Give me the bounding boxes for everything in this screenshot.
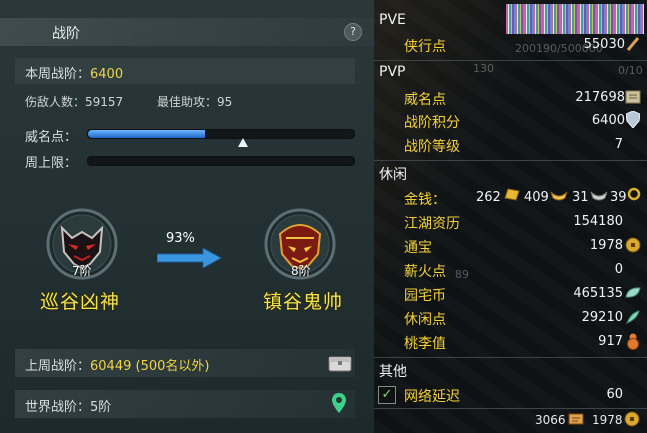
- prestige-label: 威名点：: [25, 130, 78, 145]
- money-iron: 39: [610, 190, 627, 205]
- help-icon[interactable]: ?: [344, 23, 362, 41]
- pvp-label-2: 战阶等级: [404, 139, 460, 155]
- bg-text-3: 0/10: [618, 64, 643, 77]
- money-copper: 31: [572, 190, 589, 205]
- next-rank-level: 8阶: [291, 264, 311, 278]
- prestige-bar: [87, 129, 355, 139]
- pve-header: PVE: [379, 12, 406, 28]
- leisure-value-5: 917: [598, 334, 623, 349]
- weekly-rank-value: 6400: [90, 67, 124, 82]
- assist-stat: 最佳助攻：95: [157, 95, 233, 109]
- world-rank: 世界战阶：5阶: [25, 400, 112, 415]
- rank-panel-header: 战阶: [0, 18, 374, 46]
- rank-panel-title: 战阶: [52, 26, 80, 42]
- gold-ingot-icon: [504, 188, 520, 201]
- leisure-value-1: 1978: [589, 238, 623, 253]
- world-rank-value: 5阶: [90, 400, 112, 415]
- bg-text-4: 89: [455, 268, 469, 281]
- leisure-label-5: 桃李值: [404, 336, 446, 352]
- gourd-icon: [627, 333, 639, 350]
- coin-icon: [625, 237, 641, 253]
- pvp-header: PVP: [379, 64, 406, 80]
- money-gold: 262: [476, 190, 501, 205]
- divider: [374, 408, 647, 409]
- leisure-label-1: 通宝: [404, 240, 432, 256]
- pve-value-0: 55030: [583, 37, 625, 52]
- leisure-label-0: 江湖资历: [404, 216, 460, 232]
- leisure-value-0: 154180: [573, 214, 623, 229]
- divider: [374, 160, 647, 161]
- latency-label: 网络延迟: [404, 389, 460, 405]
- scroll-icon: [568, 413, 584, 425]
- leisure-label-4: 休闲点: [404, 312, 446, 328]
- leisure-value-2: 0: [614, 262, 623, 277]
- latency-value: 60: [606, 387, 623, 402]
- background-stripes: [506, 4, 644, 34]
- pvp-value-2: 7: [614, 137, 623, 152]
- pve-label-0: 侠行点: [404, 39, 446, 55]
- pvp-value-1: 6400: [591, 113, 625, 128]
- weekly-cap-label: 周上限：: [25, 156, 78, 171]
- pvp-label-0: 威名点: [404, 92, 446, 108]
- last-week-value: 60449 (500名以外): [90, 359, 210, 374]
- chest-icon[interactable]: [328, 354, 352, 372]
- coin-ring-icon: [627, 187, 641, 201]
- current-rank-level: 7阶: [72, 264, 92, 278]
- rank-progress-percent: 93%: [166, 231, 195, 246]
- weekly-rank: 本周战阶：6400: [25, 67, 124, 82]
- banner-icon: [625, 90, 641, 104]
- current-rank-name: 巡谷凶神: [40, 291, 121, 313]
- next-rank-name: 镇谷鬼帅: [263, 291, 344, 313]
- divider: [374, 357, 647, 358]
- pvp-value-0: 217698: [575, 90, 625, 105]
- silver-ingot-icon: [550, 191, 568, 201]
- feather-icon: [626, 310, 640, 324]
- footer-left-value: 3066: [535, 413, 566, 427]
- divider: [374, 60, 647, 61]
- leisure-label-3: 园宅币: [404, 288, 446, 304]
- bg-text-2: 130: [473, 62, 494, 75]
- sword-icon: [626, 37, 640, 51]
- prestige-marker-icon: [238, 138, 248, 147]
- kills-stat: 伤敌人数：59157: [25, 95, 124, 109]
- latency-checkbox[interactable]: ✓: [378, 386, 396, 404]
- shield-icon: [626, 111, 640, 128]
- money-silver: 409: [524, 190, 549, 205]
- money-label: 金钱：: [404, 192, 446, 208]
- pvp-label-1: 战阶积分: [404, 115, 460, 131]
- assist-value: 95: [217, 95, 233, 109]
- prestige-bar-fill: [88, 130, 206, 138]
- leisure-value-4: 29210: [581, 310, 623, 325]
- weekly-cap-bar: [87, 156, 355, 166]
- leaf-icon: [625, 287, 641, 298]
- leisure-label-2: 薪火点: [404, 264, 446, 280]
- location-pin-icon[interactable]: [332, 393, 346, 413]
- coin-icon: [624, 411, 640, 427]
- kills-value: 59157: [85, 95, 124, 109]
- copper-ingot-icon: [590, 191, 608, 201]
- other-header: 其他: [379, 364, 407, 380]
- leisure-value-3: 465135: [573, 286, 623, 301]
- leisure-header: 休闲: [379, 167, 407, 183]
- progress-arrow-icon: [157, 248, 223, 268]
- footer-right-value: 1978: [592, 413, 623, 427]
- last-week-rank: 上周战阶：60449 (500名以外): [25, 359, 210, 374]
